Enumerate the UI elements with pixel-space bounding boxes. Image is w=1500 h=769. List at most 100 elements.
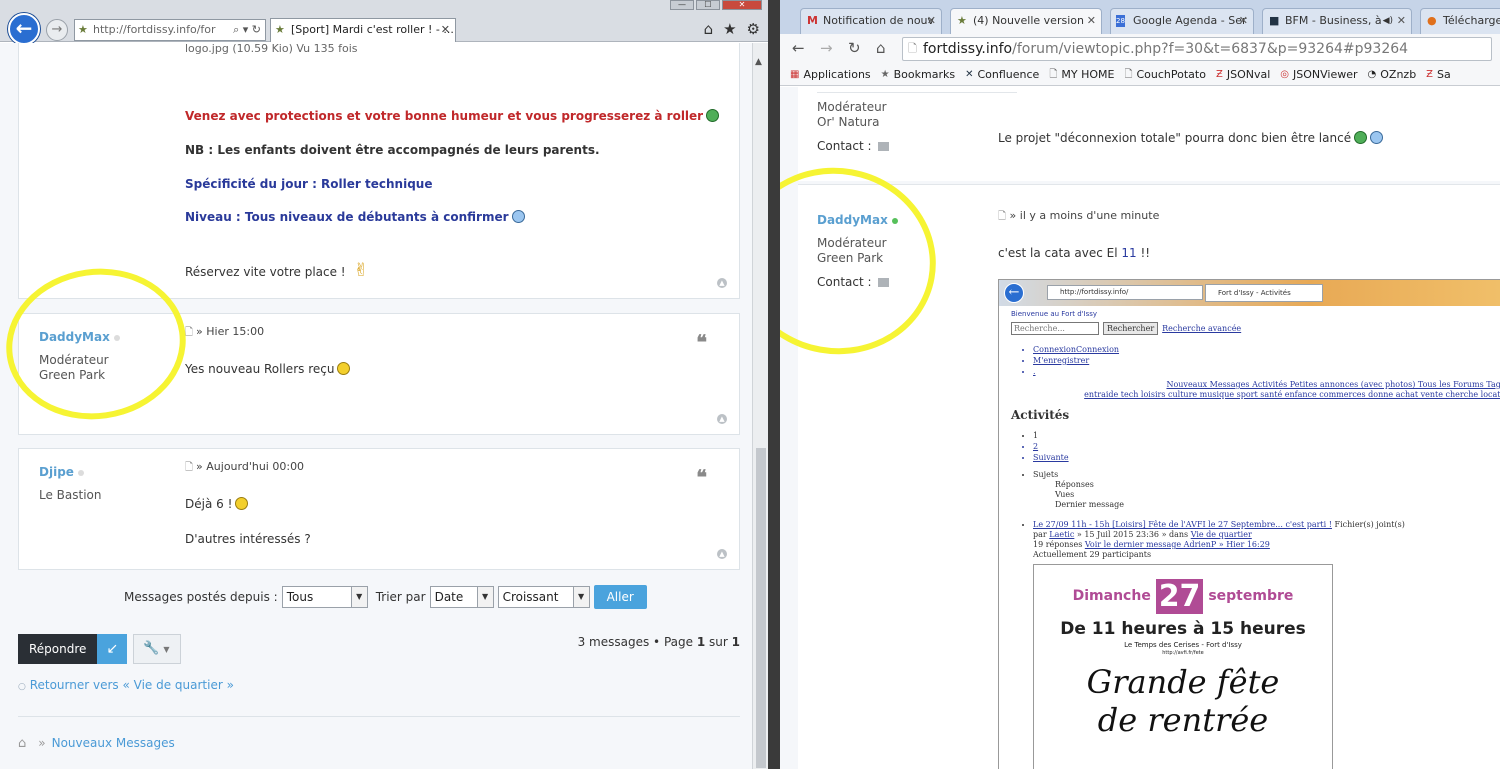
new-messages-link[interactable]: Nouveaux Messages bbox=[52, 736, 175, 750]
tab-bfm[interactable]: ■ BFM - Business, à ◀) ✕ bbox=[1262, 8, 1412, 34]
scrollbar[interactable]: ▲ bbox=[752, 43, 768, 769]
poster-day-num: 27 bbox=[1155, 579, 1204, 614]
embed-topic-author: Laetic bbox=[1049, 530, 1075, 539]
omnibox[interactable]: 🗋 fortdissy.info/forum/viewtopic.php?f=3… bbox=[902, 37, 1492, 61]
back-to-top-icon[interactable]: ▲ bbox=[717, 549, 727, 559]
speech-bubble-icon[interactable] bbox=[877, 142, 889, 151]
oznzb-icon: ◔ bbox=[1367, 68, 1377, 80]
bookmark-oznzb[interactable]: ◔ OZnzb bbox=[1368, 64, 1417, 85]
bookmark-label: Applications bbox=[803, 67, 871, 81]
pagination-sep: sur bbox=[709, 635, 728, 649]
gear-icon[interactable]: ⚙ bbox=[747, 20, 760, 38]
embed-topic-forum: Vie de quartier bbox=[1190, 530, 1252, 539]
post-doc-icon[interactable]: 🗋 bbox=[998, 211, 1006, 222]
url-path: /forum/viewtopic.php?f=30&t=6837&p=93264… bbox=[1012, 41, 1409, 57]
chrome-window: M Notification de nouv ✕ ★ (4) Nouvelle ver… bbox=[780, 0, 1500, 769]
poster-big-line1: Grande fête bbox=[1086, 663, 1280, 701]
post-text: Le projet "déconnexion totale" pourra do… bbox=[998, 131, 1384, 145]
chevron-down-icon: ▼ bbox=[476, 587, 493, 607]
ie-window: — ☐ ✕ ← → ★ http://fortdissy.info/for ⌕ … bbox=[0, 0, 768, 769]
since-label: Messages postés depuis : bbox=[124, 590, 278, 604]
bookmark-couchpotato[interactable]: 🗋 CouchPotato bbox=[1124, 64, 1206, 85]
embed-page-next: Suivante bbox=[1033, 452, 1069, 463]
home-icon[interactable]: ⌂ bbox=[704, 20, 714, 38]
close-tab-icon[interactable]: ✕ bbox=[1397, 9, 1406, 33]
reply-button[interactable]: Répondre ↙ bbox=[18, 634, 128, 664]
poster-day-post: septembre bbox=[1208, 588, 1294, 604]
forward-button[interactable]: → bbox=[46, 19, 68, 41]
sort-select[interactable]: Date ▼ bbox=[429, 586, 494, 608]
post-time: » Hier 15:00 bbox=[196, 325, 265, 338]
post-first: logo.jpg (10.59 Kio) Vu 135 fois Venez a… bbox=[18, 43, 740, 299]
tab-google-agenda[interactable]: 28 Google Agenda - Ser ✕ bbox=[1110, 8, 1254, 34]
topic-tools-button[interactable]: 🔧 ▼ bbox=[133, 634, 181, 664]
back-to-top-icon[interactable]: ▲ bbox=[717, 414, 727, 424]
scrollbar-thumb[interactable] bbox=[756, 448, 766, 768]
embed-welcome: Bienvenue au Fort d'Issy bbox=[1011, 310, 1098, 318]
close-tab-icon[interactable]: ✕ bbox=[927, 9, 936, 33]
close-tab-icon[interactable]: ✕ bbox=[441, 19, 450, 41]
post-time: » il y a moins d'une minute bbox=[1009, 209, 1160, 222]
author-name[interactable]: Djipe bbox=[39, 465, 74, 479]
post-text-line2: D'autres intéressés ? bbox=[185, 532, 311, 546]
post-line-reserve-text: Réservez vite votre place ! bbox=[185, 265, 346, 279]
thumbs-up-smiley-icon bbox=[511, 210, 525, 223]
close-window-button[interactable]: ✕ bbox=[722, 0, 762, 10]
poster-url: http://avfi.fr/fete bbox=[1162, 650, 1204, 656]
favorites-star-icon[interactable]: ★ bbox=[723, 20, 736, 38]
order-select[interactable]: Croissant ▼ bbox=[497, 586, 590, 608]
embed-search-button: Rechercher bbox=[1103, 322, 1159, 335]
tab-download[interactable]: ● Télécharger bbox=[1420, 8, 1500, 34]
bookmark-label: MY HOME bbox=[1061, 67, 1115, 81]
wrench-icon: 🔧 bbox=[143, 641, 160, 656]
poster-hours: De 11 heures à 15 heures bbox=[1060, 619, 1306, 639]
reload-icon[interactable]: ↻ bbox=[848, 39, 861, 57]
post-text-content: Yes nouveau Rollers reçu bbox=[185, 362, 335, 376]
forum-page-left: logo.jpg (10.59 Kio) Vu 135 fois Venez a… bbox=[0, 43, 752, 769]
home-icon[interactable]: ⌂ bbox=[876, 39, 886, 57]
back-arrow-icon[interactable]: ← bbox=[792, 39, 805, 57]
embed-tab: Fort d'Issy - Activités bbox=[1205, 284, 1323, 302]
since-select[interactable]: Tous ▼ bbox=[281, 586, 368, 608]
scroll-up-icon[interactable]: ▲ bbox=[755, 57, 762, 67]
poster-big-line2: de rentrée bbox=[1097, 701, 1269, 739]
post-meta: 🗋» Aujourd'hui 00:00 bbox=[185, 460, 304, 477]
bookmark-jsonval[interactable]: Ƶ JSONval bbox=[1216, 64, 1270, 85]
quote-icon[interactable]: ❝ bbox=[696, 465, 707, 489]
embed-topic-date: » 15 Juil 2015 23:36 » dans bbox=[1074, 530, 1191, 539]
quote-icon[interactable]: ❝ bbox=[696, 330, 707, 354]
post-previous: Modérateur Or' Natura Contact : Le proje… bbox=[798, 87, 1500, 181]
maximize-button[interactable]: ☐ bbox=[696, 0, 720, 10]
address-bar[interactable]: ★ http://fortdissy.info/for ⌕ ▾ ↻ bbox=[74, 19, 266, 41]
post-time: » Aujourd'hui 00:00 bbox=[196, 460, 305, 473]
bookmark-label: Confluence bbox=[977, 67, 1040, 81]
go-button[interactable]: Aller bbox=[593, 585, 647, 609]
bookmark-jsonviewer[interactable]: ◎ JSONViewer bbox=[1280, 64, 1357, 85]
firefox-favicon-icon: ● bbox=[1427, 14, 1437, 27]
close-tab-icon[interactable]: ✕ bbox=[1087, 9, 1096, 33]
close-tab-icon[interactable]: ✕ bbox=[1239, 9, 1248, 33]
home-icon[interactable]: ⌂ bbox=[18, 736, 26, 751]
bookmark-bookmarks[interactable]: ★ Bookmarks bbox=[881, 64, 955, 85]
minimize-button[interactable]: — bbox=[670, 0, 694, 10]
post-doc-icon[interactable]: 🗋 bbox=[185, 462, 193, 473]
post-line-reserve: Réservez vite votre place ! ✌ bbox=[185, 260, 369, 281]
bookmark-confluence[interactable]: ✕ Confluence bbox=[965, 64, 1039, 85]
poster-sub: Le Temps des Cerises - Fort d'Issy bbox=[1124, 641, 1242, 649]
post-doc-icon[interactable]: 🗋 bbox=[185, 327, 193, 338]
window-controls: — ☐ ✕ bbox=[670, 0, 762, 12]
forward-arrow-icon[interactable]: → bbox=[820, 39, 833, 57]
speaker-icon[interactable]: ◀) bbox=[1383, 9, 1393, 33]
tab-forum[interactable]: ★ (4) Nouvelle version ✕ bbox=[950, 8, 1102, 34]
ie-tab[interactable]: ★ [Sport] Mardi c'est roller ! - ... ✕ bbox=[270, 18, 456, 42]
back-to-forum-link[interactable]: ○ Retourner vers « Vie de quartier » bbox=[18, 678, 234, 692]
apps-grid-icon: ▦ bbox=[790, 68, 800, 80]
pagination-total: 1 bbox=[731, 635, 740, 649]
tab-gmail[interactable]: M Notification de nouv ✕ bbox=[800, 8, 942, 34]
back-button[interactable]: ← bbox=[8, 13, 40, 45]
bookmark-sa[interactable]: Ƶ Sa bbox=[1426, 64, 1451, 85]
back-to-top-icon[interactable]: ▲ bbox=[717, 278, 727, 288]
bookmark-apps[interactable]: ▦ Applications bbox=[790, 64, 871, 85]
search-refresh-icon[interactable]: ⌕ ▾ ↻ bbox=[233, 20, 261, 40]
bookmark-my-home[interactable]: 🗋 MY HOME bbox=[1049, 64, 1114, 85]
